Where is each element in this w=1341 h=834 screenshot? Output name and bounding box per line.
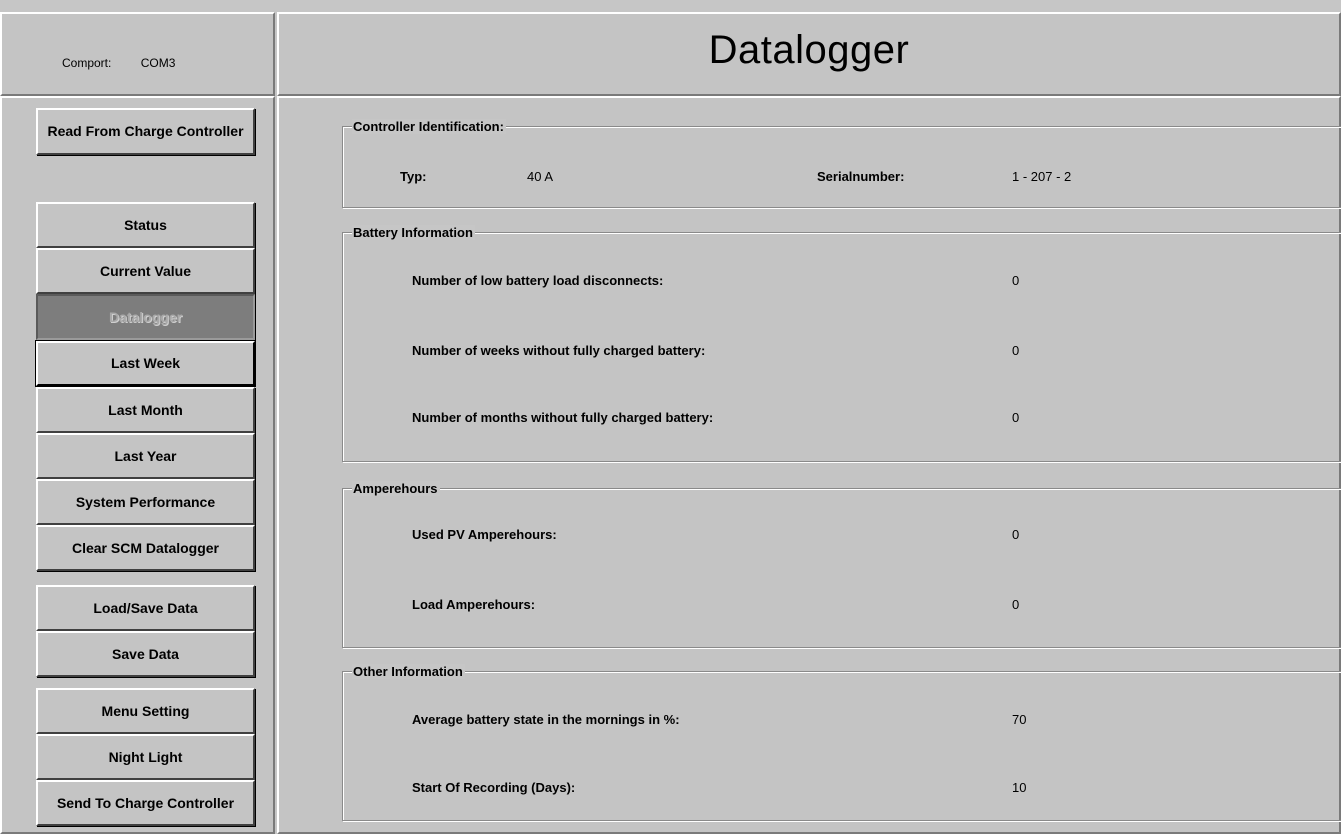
- page-title: Datalogger: [708, 28, 910, 72]
- other-information-group: Other Information Average battery state …: [342, 664, 1341, 821]
- controller-identification-group: Controller Identification: Typ: 40 A Ser…: [342, 119, 1341, 208]
- used-pv-amperehours-value: 0: [1012, 527, 1020, 542]
- last-year-button[interactable]: Last Year: [36, 433, 255, 479]
- title-panel: Datalogger: [277, 12, 1341, 96]
- group-title: Controller Identification:: [352, 119, 506, 134]
- load-amperehours-value: 0: [1012, 597, 1020, 612]
- comport-display: Comport: COM3: [62, 56, 175, 70]
- load-save-data-button[interactable]: Load/Save Data: [36, 585, 255, 631]
- datalogger-button[interactable]: Datalogger: [36, 294, 255, 340]
- weeks-without-full-charge-value: 0: [1012, 343, 1020, 358]
- comport-value: COM3: [140, 56, 176, 70]
- low-battery-disconnects-label: Number of low battery load disconnects:: [412, 273, 664, 288]
- comport-label: Comport:: [62, 56, 112, 70]
- serialnumber-value: 1 - 207 - 2: [1012, 169, 1072, 184]
- menu-setting-button[interactable]: Menu Setting: [36, 688, 255, 734]
- amperehours-group: Amperehours Used PV Amperehours: 0 Load …: [342, 481, 1341, 648]
- comport-panel: Comport: COM3: [0, 12, 275, 96]
- sidebar: Read From Charge Controller Status Curre…: [0, 96, 275, 834]
- typ-value: 40 A: [527, 169, 554, 184]
- average-battery-state-label: Average battery state in the mornings in…: [412, 712, 680, 727]
- last-month-button[interactable]: Last Month: [36, 387, 255, 433]
- used-pv-amperehours-label: Used PV Amperehours:: [412, 527, 557, 542]
- current-value-button[interactable]: Current Value: [36, 248, 255, 294]
- system-performance-button[interactable]: System Performance: [36, 479, 255, 525]
- status-button[interactable]: Status: [36, 202, 255, 248]
- months-without-full-charge-label: Number of months without fully charged b…: [412, 410, 714, 425]
- start-of-recording-label: Start Of Recording (Days):: [412, 780, 576, 795]
- save-data-button[interactable]: Save Data: [36, 631, 255, 677]
- night-light-button[interactable]: Night Light: [36, 734, 255, 780]
- clear-scm-datalogger-button[interactable]: Clear SCM Datalogger: [36, 525, 255, 571]
- low-battery-disconnects-value: 0: [1012, 273, 1020, 288]
- send-to-charge-controller-button[interactable]: Send To Charge Controller: [36, 780, 255, 826]
- typ-label: Typ:: [400, 169, 427, 184]
- months-without-full-charge-value: 0: [1012, 410, 1020, 425]
- weeks-without-full-charge-label: Number of weeks without fully charged ba…: [412, 343, 706, 358]
- group-title: Other Information: [352, 664, 465, 679]
- start-of-recording-value: 10: [1012, 780, 1027, 795]
- read-from-charge-controller-button[interactable]: Read From Charge Controller: [36, 108, 255, 155]
- last-week-button[interactable]: Last Week: [36, 341, 255, 386]
- group-title: Battery Information: [352, 225, 475, 240]
- load-amperehours-label: Load Amperehours:: [412, 597, 536, 612]
- group-title: Amperehours: [352, 481, 440, 496]
- battery-information-group: Battery Information Number of low batter…: [342, 225, 1341, 462]
- average-battery-state-value: 70: [1012, 712, 1027, 727]
- serialnumber-label: Serialnumber:: [817, 169, 905, 184]
- main-content: Controller Identification: Typ: 40 A Ser…: [277, 96, 1341, 834]
